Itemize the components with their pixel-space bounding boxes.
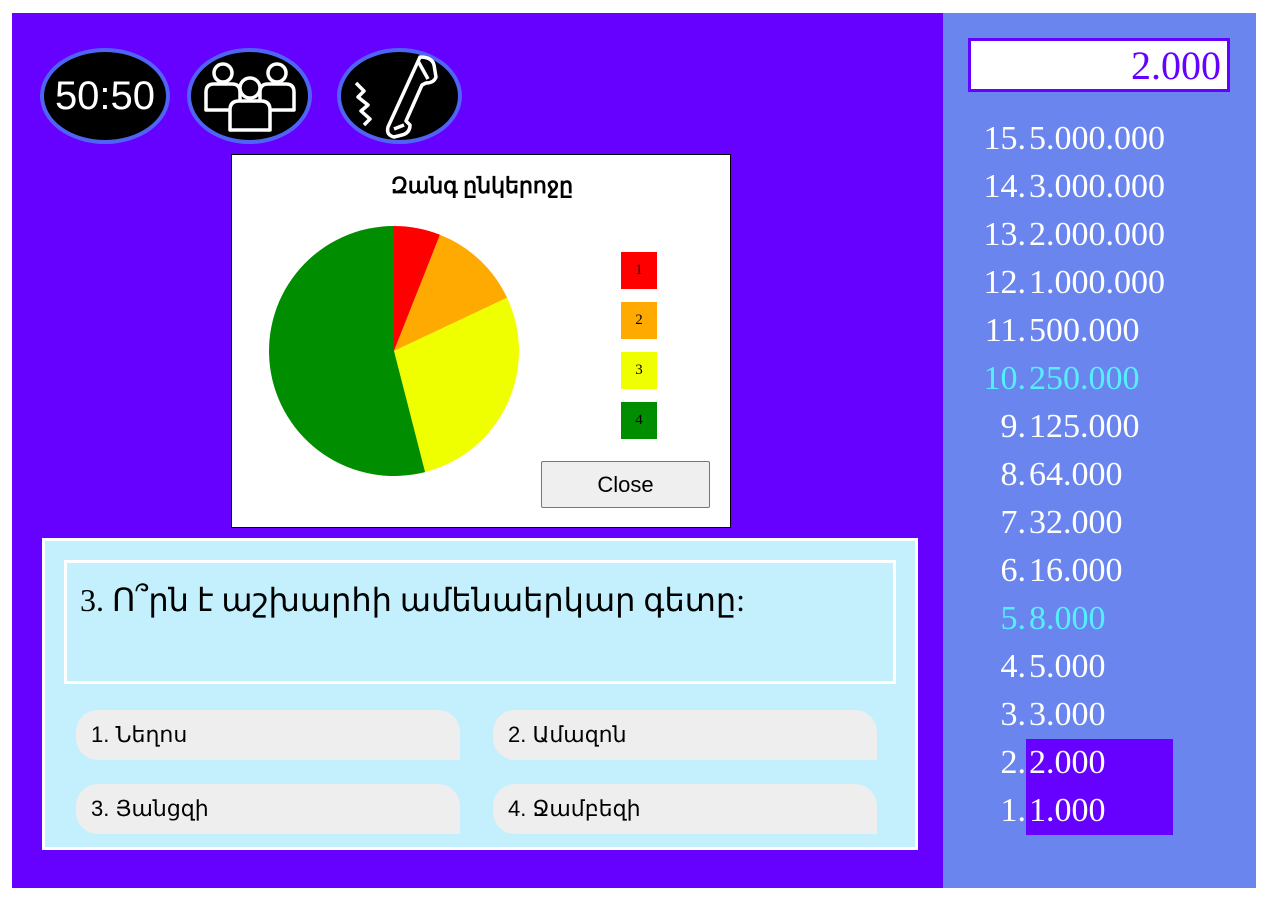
legend-label-2: 2 [635, 312, 643, 328]
prize-amount: 16.000 [1029, 552, 1123, 589]
prize-amount: 8.000 [1029, 600, 1106, 637]
prize-row: 12. 1.000.000 [943, 259, 1256, 307]
legend-item-4: 4 [621, 402, 657, 439]
legend-item-3: 3 [621, 352, 657, 389]
close-button[interactable]: Close [541, 461, 710, 508]
phone-friend-button[interactable] [337, 48, 462, 144]
fifty-fifty-button[interactable]: 50:50 [40, 48, 170, 144]
legend-item-1: 1 [621, 252, 657, 289]
phone-icon [354, 55, 438, 139]
prize-amount: 500.000 [1029, 312, 1140, 349]
prize-row: 2. 2.000 [943, 739, 1256, 787]
question-panel: 3. Ո՞րն է աշխարհի ամենաերկար գետը: 1. Նե… [42, 538, 918, 850]
prize-row: 8. 64.000 [943, 451, 1256, 499]
answer-2-button[interactable]: 2. Ամազոն [493, 710, 877, 760]
prize-amount: 2.000.000 [1029, 216, 1165, 253]
prize-amount: 5.000.000 [1029, 120, 1165, 157]
phone-friend-popup: Զանգ ընկերոջը 1 2 3 4 Close [231, 154, 731, 528]
prize-row: 15. 5.000.000 [943, 115, 1256, 163]
prize-row: 14. 3.000.000 [943, 163, 1256, 211]
prize-level: 6. [1000, 552, 1027, 589]
prize-amount: 32.000 [1029, 504, 1123, 541]
prize-row: 13. 2.000.000 [943, 211, 1256, 259]
prize-level: 15. [983, 120, 1027, 157]
prize-level: 7. [1000, 504, 1027, 541]
prize-level: 3. [1000, 696, 1027, 733]
legend-label-1: 1 [635, 262, 643, 278]
prize-row: 5. 8.000 [943, 595, 1256, 643]
prize-level: 5. [1000, 600, 1027, 637]
prize-row: 4. 5.000 [943, 643, 1256, 691]
legend-label-3: 3 [635, 362, 643, 378]
prize-row: 10. 250.000 [943, 355, 1256, 403]
prize-level: 10. [983, 360, 1027, 397]
popup-title: Զանգ ընկերոջը [390, 173, 574, 198]
prize-level: 12. [983, 264, 1027, 301]
prize-amount: 5.000 [1029, 648, 1106, 685]
prize-level: 1. [1000, 792, 1027, 829]
game-area: 50:50 Զանգ ընկերոջը 1 2 3 4 Close 3. Ո՞ր… [12, 13, 943, 888]
prize-amount: 1.000.000 [1029, 264, 1165, 301]
answer-3-button[interactable]: 3. Յանցզի [76, 784, 460, 834]
ask-audience-button[interactable] [187, 48, 312, 144]
current-prize-display: 2.000 [968, 38, 1230, 92]
prize-row: 9. 125.000 [943, 403, 1256, 451]
prize-level: 13. [983, 216, 1027, 253]
prize-amount: 3.000 [1029, 696, 1106, 733]
prize-row: 6. 16.000 [943, 547, 1256, 595]
prize-amount: 3.000.000 [1029, 168, 1165, 205]
prize-row: 11. 500.000 [943, 307, 1256, 355]
prize-level: 11. [984, 312, 1026, 349]
prize-amount: 125.000 [1029, 408, 1140, 445]
pie-chart [269, 226, 519, 476]
fifty-fifty-icon: 50:50 [54, 73, 156, 118]
answer-4-button[interactable]: 4. Ջամբեզի [493, 784, 877, 834]
question-text: 3. Ո՞րն է աշխարհի ամենաերկար գետը: [80, 582, 746, 618]
prize-level: 2. [1000, 744, 1027, 781]
prize-level: 8. [1000, 456, 1027, 493]
audience-icon [203, 62, 296, 132]
prize-amount: 250.000 [1029, 360, 1140, 397]
prize-row: 3. 3.000 [943, 691, 1256, 739]
prize-row: 1. 1.000 [943, 787, 1256, 835]
question-box: 3. Ո՞րն է աշխարհի ամենաերկար գետը: [64, 560, 896, 684]
prize-level: 14. [983, 168, 1027, 205]
prize-amount: 2.000 [1026, 739, 1173, 787]
prize-level: 4. [1000, 648, 1027, 685]
prize-amount: 64.000 [1029, 456, 1123, 493]
prize-row: 7. 32.000 [943, 499, 1256, 547]
legend-item-2: 2 [621, 302, 657, 339]
prize-ladder-sidebar: 2.000 15. 5.000.000 14. 3.000.000 13. 2.000.0… [943, 13, 1256, 888]
prize-amount: 1.000 [1026, 787, 1173, 835]
prize-level: 9. [1000, 408, 1027, 445]
legend-label-4: 4 [635, 412, 643, 428]
answer-1-button[interactable]: 1. Նեղոս [76, 710, 460, 760]
